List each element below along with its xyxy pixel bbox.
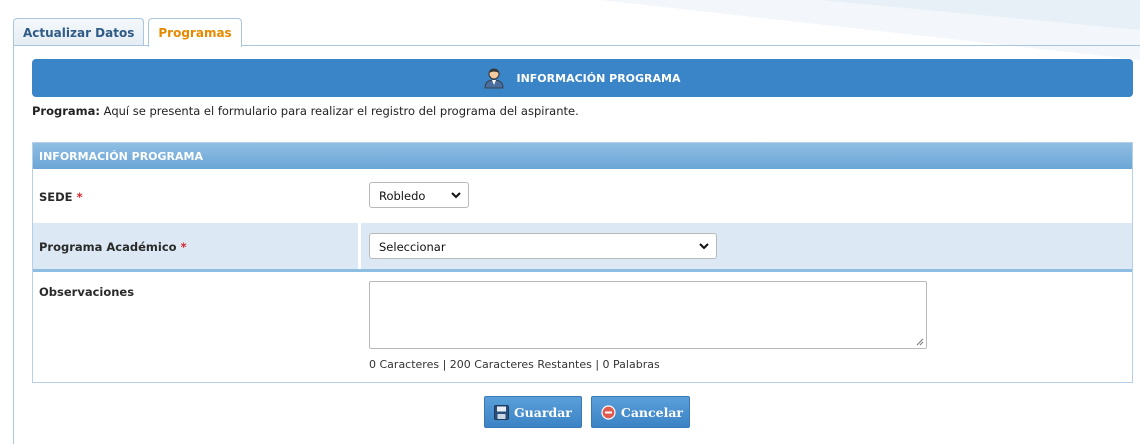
minus-circle-icon <box>601 404 616 420</box>
character-counter: 0 Caracteres | 200 Caracteres Restantes … <box>369 358 660 371</box>
action-buttons: Guardar Cancelar <box>484 396 699 428</box>
intro-label: Programa: <box>32 104 101 118</box>
tab-programas[interactable]: Programas <box>148 18 242 47</box>
observaciones-row: Observaciones 0 Caracteres | 200 Caracte… <box>33 275 1132 380</box>
cancel-button[interactable]: Cancelar <box>590 396 691 428</box>
sede-select-value: Robledo <box>379 189 426 203</box>
chevron-down-icon <box>699 243 709 250</box>
save-button-label: Guardar <box>514 404 572 420</box>
sede-label-text: SEDE <box>39 190 73 204</box>
section-header: INFORMACIÓN PROGRAMA <box>32 59 1133 97</box>
programa-select[interactable]: Seleccionar <box>369 233 717 259</box>
sede-row: SEDE * Robledo <box>33 179 1132 219</box>
form-title: INFORMACIÓN PROGRAMA <box>33 143 1132 169</box>
resize-grip-icon[interactable] <box>916 338 924 346</box>
save-button[interactable]: Guardar <box>484 396 582 428</box>
row-separator <box>33 269 1132 272</box>
observaciones-textarea[interactable] <box>369 281 927 349</box>
intro-description: Aquí se presenta el formulario para real… <box>100 104 579 118</box>
required-mark: * <box>180 240 187 254</box>
section-header-title: INFORMACIÓN PROGRAMA <box>516 71 681 85</box>
observaciones-label: Observaciones <box>39 285 135 299</box>
sede-select[interactable]: Robledo <box>369 182 469 208</box>
required-mark: * <box>76 190 83 204</box>
floppy-disk-icon <box>494 404 509 420</box>
programa-label: Programa Académico * <box>33 223 361 269</box>
tab-bar: Actualizar Datos Programas <box>13 18 246 47</box>
tab-actualizar-datos[interactable]: Actualizar Datos <box>13 18 145 46</box>
programa-label-text: Programa Académico <box>39 240 177 254</box>
sede-label: SEDE * <box>33 179 361 219</box>
program-form: INFORMACIÓN PROGRAMA SEDE * Robledo Prog… <box>32 142 1133 383</box>
intro-text: Programa: Aquí se presenta el formulario… <box>32 104 579 118</box>
programa-row: Programa Académico * Seleccionar <box>33 223 1132 269</box>
programa-select-value: Seleccionar <box>379 240 446 254</box>
chevron-down-icon <box>451 192 461 199</box>
user-icon <box>485 68 504 89</box>
cancel-button-label: Cancelar <box>620 404 684 420</box>
